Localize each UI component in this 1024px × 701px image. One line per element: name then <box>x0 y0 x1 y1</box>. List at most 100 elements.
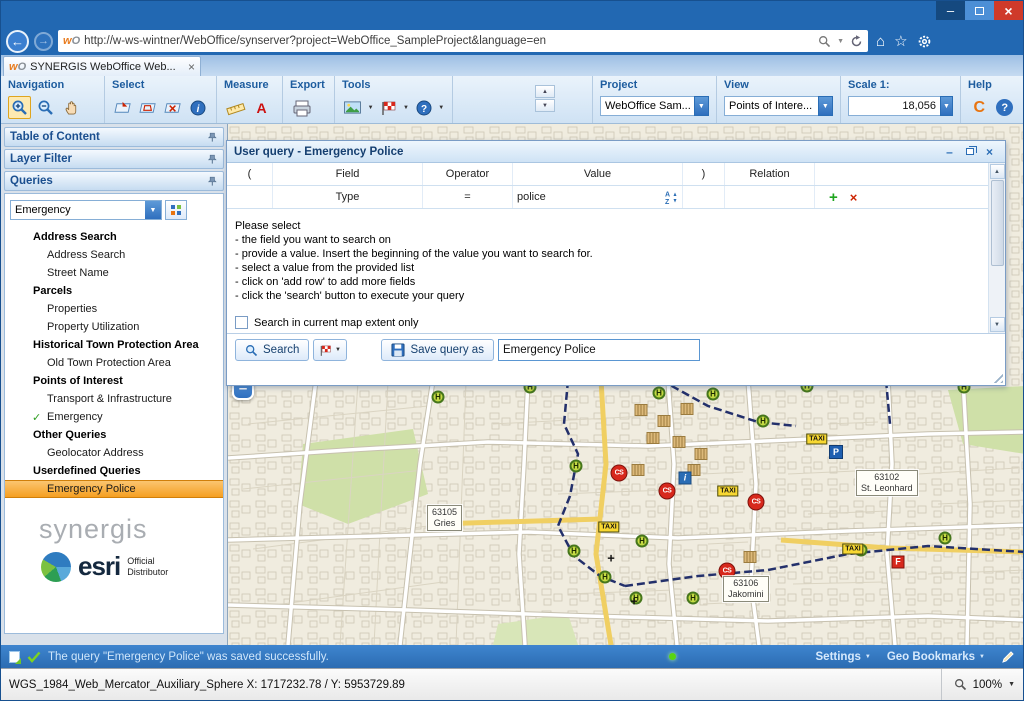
toolbar-group-tools: Tools ▼ ▼ ? ▼ <box>335 76 453 123</box>
tab-close-icon[interactable]: × <box>188 60 195 74</box>
query-category-select[interactable]: Emergency ▼ <box>10 200 162 220</box>
query-tree-item[interactable]: Address Search <box>5 246 223 264</box>
scroll-up-icon[interactable]: ▲ <box>990 164 1005 179</box>
operator-cell[interactable]: = <box>423 186 513 208</box>
pin-icon[interactable] <box>207 132 218 143</box>
zoom-out-button[interactable] <box>34 96 57 119</box>
view-dropdown[interactable]: Points of Intere... ▼ <box>724 96 833 116</box>
coordinates-readout: WGS_1984_Web_Mercator_Auxiliary_Sphere X… <box>9 679 405 691</box>
caret-down-icon[interactable]: ▼ <box>367 105 375 111</box>
scale-input[interactable] <box>848 96 940 116</box>
settings-gear-icon[interactable] <box>917 34 932 49</box>
print-button[interactable] <box>290 96 313 119</box>
map-extent-checkbox[interactable] <box>235 316 248 329</box>
relation-cell[interactable] <box>725 186 815 208</box>
field-cell[interactable]: Type <box>273 186 423 208</box>
query-tree-item[interactable]: Other Queries <box>5 426 223 444</box>
select-rectangle-button[interactable] <box>112 96 134 119</box>
query-tree-item[interactable]: Userdefined Queries <box>5 462 223 480</box>
url-text[interactable]: http://w-ws-wintner/WebOffice/synserver?… <box>84 35 814 47</box>
query-tree-item[interactable]: Property Utilization <box>5 318 223 336</box>
maptip-help-icon: ? <box>416 100 432 116</box>
dialog-scrollbar[interactable]: ▲ ▼ <box>988 163 1005 333</box>
panel-queries[interactable]: Queries <box>4 171 224 191</box>
caret-down-icon[interactable]: ▼ <box>437 105 445 111</box>
pin-icon[interactable] <box>207 154 218 165</box>
scroll-down-icon[interactable]: ▼ <box>990 317 1005 332</box>
dialog-close-button[interactable]: × <box>981 144 998 159</box>
toolbar-collapse-down-button[interactable]: ▼ <box>535 99 555 112</box>
save-query-button[interactable]: Save query as <box>381 339 494 361</box>
caret-down-icon[interactable]: ▼ <box>145 201 161 219</box>
value-text[interactable]: police <box>517 191 665 203</box>
refresh-icon[interactable] <box>850 35 863 48</box>
query-tree-item[interactable]: Address Search <box>5 228 223 246</box>
dialog-restore-button[interactable] <box>961 144 978 159</box>
maptip-button[interactable]: ? <box>413 96 435 119</box>
measure-distance-button[interactable] <box>224 96 247 119</box>
add-label-button[interactable]: A <box>250 96 273 119</box>
query-tree-item[interactable]: Street Name <box>5 264 223 282</box>
value-cell[interactable]: police AZ <box>513 186 683 208</box>
forward-button[interactable]: → <box>34 32 53 51</box>
address-dropdown-icon[interactable]: ▼ <box>837 38 844 45</box>
query-tree-item[interactable]: Geolocator Address <box>5 444 223 462</box>
dialog-minimize-button[interactable]: – <box>941 144 958 159</box>
dialog-resize-grip[interactable] <box>990 370 1003 383</box>
close-bracket-cell[interactable] <box>683 186 725 208</box>
redlining-button[interactable] <box>377 96 399 119</box>
favorites-icon[interactable]: ☆ <box>894 32 907 50</box>
select-polygon-button[interactable] <box>137 96 159 119</box>
query-tree-item[interactable]: Emergency Police <box>5 480 223 498</box>
contact-button[interactable]: C <box>968 96 991 119</box>
back-button[interactable]: ← <box>6 30 29 53</box>
query-tree-item[interactable]: Points of Interest <box>5 372 223 390</box>
add-row-icon[interactable]: + <box>829 189 838 206</box>
home-icon[interactable]: ⌂ <box>876 33 885 50</box>
pin-icon[interactable] <box>207 176 218 187</box>
query-tree-item[interactable]: Historical Town Protection Area <box>5 336 223 354</box>
map-district-label: 63106Jakomini <box>723 576 769 602</box>
value-sort-icon[interactable]: AZ <box>665 190 678 205</box>
address-bar[interactable]: wO http://w-ws-wintner/WebOffice/synserv… <box>58 30 868 52</box>
zoom-in-button[interactable] <box>8 96 31 119</box>
search-button[interactable]: Search <box>235 339 309 361</box>
column-header: Operator <box>423 163 513 185</box>
query-manager-button[interactable] <box>165 200 187 220</box>
browser-zoom-control[interactable]: 100% ▼ <box>941 669 1015 700</box>
help-button[interactable]: ? <box>994 96 1017 119</box>
geo-bookmarks-menu[interactable]: Geo Bookmarks▼ <box>887 651 985 663</box>
query-tree-item[interactable]: Properties <box>5 300 223 318</box>
screenshot-button[interactable] <box>342 96 364 119</box>
panel-table-of-content[interactable]: Table of Content <box>4 127 224 147</box>
project-dropdown[interactable]: WebOffice Sam... ▼ <box>600 96 709 116</box>
caret-down-icon[interactable]: ▼ <box>694 96 709 116</box>
query-tree-item[interactable]: Transport & Infrastructure <box>5 390 223 408</box>
scrollbar-thumb[interactable] <box>991 180 1004 266</box>
pan-button[interactable] <box>60 96 83 119</box>
caret-down-icon[interactable]: ▼ <box>1008 681 1015 688</box>
window-minimize-button[interactable]: – <box>936 1 965 20</box>
query-tree-item[interactable]: ✓Emergency <box>5 408 223 426</box>
caret-down-icon[interactable]: ▼ <box>940 96 953 116</box>
caret-down-icon[interactable]: ▼ <box>818 96 833 116</box>
save-query-name-input[interactable] <box>498 339 700 361</box>
identify-button[interactable]: i <box>187 96 209 119</box>
tab-title: SYNERGIS WebOffice Web... <box>30 61 184 73</box>
delete-row-icon[interactable]: × <box>850 190 858 205</box>
query-tree-item[interactable]: Old Town Protection Area <box>5 354 223 372</box>
settings-menu[interactable]: Settings▼ <box>816 651 871 663</box>
toolbar-collapse-up-button[interactable]: ▲ <box>535 85 555 98</box>
spatial-search-button[interactable]: ▼ <box>313 339 347 361</box>
query-tree-item[interactable]: Parcels <box>5 282 223 300</box>
open-bracket-cell[interactable] <box>227 186 273 208</box>
redline-pencil-icon[interactable] <box>1001 650 1015 664</box>
panel-layer-filter[interactable]: Layer Filter <box>4 149 224 169</box>
browser-tab[interactable]: wO SYNERGIS WebOffice Web... × <box>3 56 201 76</box>
window-maximize-button[interactable] <box>965 1 994 20</box>
window-close-button[interactable]: × <box>994 1 1023 20</box>
clear-selection-button[interactable] <box>162 96 184 119</box>
caret-down-icon[interactable]: ▼ <box>402 105 410 111</box>
dialog-titlebar[interactable]: User query - Emergency Police – × <box>227 141 1005 163</box>
search-icon[interactable] <box>818 35 831 48</box>
